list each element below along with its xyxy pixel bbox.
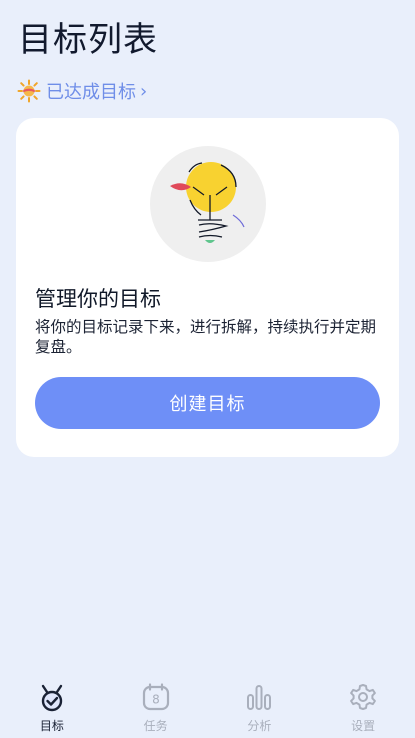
lightbulb-illustration (150, 146, 266, 262)
tab-goals-label: 目标 (39, 719, 64, 733)
tab-settings-label: 设置 (351, 719, 376, 733)
tab-settings[interactable]: 设置 (311, 676, 415, 738)
bottom-tab-bar: 目标 8 任务 分析 设置 (0, 676, 415, 738)
tab-tasks-label: 任务 (143, 719, 168, 733)
achieved-goals-label: 已达成目标 (46, 82, 136, 103)
tab-analysis-label: 分析 (247, 719, 272, 733)
create-goal-button[interactable]: 创建目标 (35, 377, 380, 429)
bar-chart-icon (247, 685, 272, 710)
tab-tasks[interactable]: 8 任务 (104, 676, 208, 738)
page-title: 目标列表 (18, 20, 158, 60)
empty-state-description: 将你的目标记录下来，进行拆解，持续执行并定期复盘。 (35, 318, 377, 356)
empty-state-title: 管理你的目标 (35, 287, 161, 311)
gear-icon (350, 684, 377, 710)
medal-icon (41, 684, 63, 712)
tab-analysis[interactable]: 分析 (208, 676, 312, 738)
achieved-goals-link[interactable]: 已达成目标 › (17, 79, 147, 103)
calendar-icon: 8 (142, 683, 169, 711)
tasks-day-number: 8 (152, 693, 160, 707)
tab-goals[interactable]: 目标 (0, 676, 104, 738)
empty-state-card: 管理你的目标 将你的目标记录下来，进行拆解，持续执行并定期复盘。 创建目标 (16, 118, 399, 457)
chevron-right-icon: › (140, 80, 148, 102)
sun-badge-icon (17, 79, 41, 103)
